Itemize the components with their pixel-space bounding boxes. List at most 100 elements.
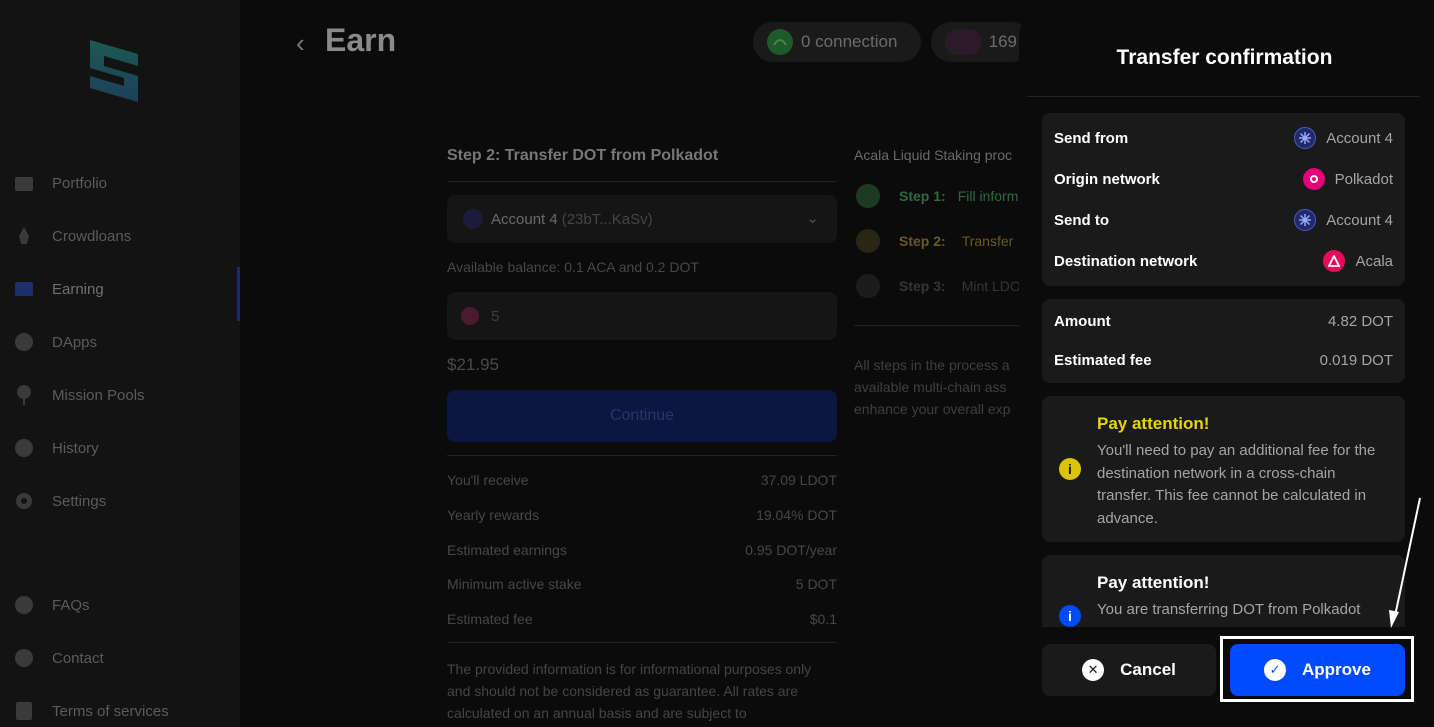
info-row: Yearly rewards 19.04% DOT bbox=[447, 507, 837, 523]
sidebar-item-label: Crowdloans bbox=[52, 227, 132, 245]
process-step: Step 2: Transfer bbox=[856, 229, 1013, 253]
info-value: 5 DOT bbox=[795, 576, 837, 592]
sidebar-item-crowdloans[interactable]: Crowdloans bbox=[0, 216, 240, 256]
detail-row-send-to: Send to Account 4 bbox=[1054, 209, 1393, 231]
gear-icon bbox=[12, 489, 36, 513]
spinner-icon bbox=[856, 229, 880, 253]
cancel-label: Cancel bbox=[1120, 660, 1176, 679]
account-avatar bbox=[945, 29, 981, 55]
detail-value-text: Account 4 bbox=[1326, 211, 1393, 229]
info-row: Estimated fee $0.1 bbox=[447, 611, 837, 627]
sidebar-item-terms[interactable]: Terms of services bbox=[0, 691, 240, 727]
process-step: Step 3: Mint LDO bbox=[856, 274, 1021, 298]
sidebar-item-portfolio[interactable]: Portfolio bbox=[0, 163, 240, 203]
page-title: Earn bbox=[325, 22, 397, 58]
sidebar-item-mission-pools[interactable]: Mission Pools bbox=[0, 375, 240, 415]
acala-icon bbox=[1323, 250, 1346, 272]
detail-label: Send from bbox=[1054, 129, 1129, 147]
info-icon: i bbox=[1059, 458, 1081, 480]
app-root: Portfolio Crowdloans Earning DApps Missi… bbox=[0, 0, 1434, 727]
step-text: Transfer bbox=[961, 233, 1014, 249]
sidebar-item-history[interactable]: History bbox=[0, 428, 240, 468]
amount-card: Amount 4.82 DOT Estimated fee 0.019 DOT bbox=[1042, 299, 1405, 383]
globe-icon bbox=[12, 330, 36, 354]
info-value: 37.09 LDOT bbox=[760, 472, 837, 488]
sidebar-item-settings[interactable]: Settings bbox=[0, 481, 240, 521]
amount-label: Amount bbox=[1054, 313, 1111, 330]
account-icon bbox=[463, 209, 483, 229]
warning-card-fee: i Pay attention! You'll need to pay an a… bbox=[1042, 396, 1405, 542]
detail-value-text: Polkadot bbox=[1334, 170, 1393, 188]
process-step: Step 1: Fill inform bbox=[856, 184, 1018, 208]
amount-value: 4.82 DOT bbox=[1327, 313, 1393, 330]
detail-value-text: Account 4 bbox=[1326, 129, 1393, 147]
connection-pill[interactable]: 0 connection bbox=[753, 22, 921, 62]
process-title: Acala Liquid Staking proc bbox=[854, 147, 1012, 163]
connection-icon bbox=[767, 29, 793, 55]
rocket-icon bbox=[12, 224, 36, 248]
info-value: 19.04% DOT bbox=[756, 507, 837, 523]
detail-value: Account 4 bbox=[1294, 209, 1393, 231]
amount-input[interactable]: 5 bbox=[447, 292, 837, 340]
transfer-step-title: Step 2: Transfer DOT from Polkadot bbox=[447, 147, 719, 164]
sidebar-item-dapps[interactable]: DApps bbox=[0, 322, 240, 362]
sidebar-item-label: Mission Pools bbox=[52, 386, 145, 404]
continue-button[interactable]: Continue bbox=[447, 390, 837, 442]
chat-icon bbox=[12, 646, 36, 670]
fee-value: 0.019 DOT bbox=[1319, 352, 1393, 369]
transfer-confirmation-modal: Transfer confirmation Send from Account … bbox=[1019, 22, 1430, 727]
sidebar-item-earning[interactable]: Earning bbox=[0, 267, 240, 321]
step-number: Step 1: bbox=[899, 188, 946, 204]
account-select[interactable]: Account 4 (23bT...KaSv) ⌄ bbox=[447, 195, 837, 243]
check-icon bbox=[856, 184, 880, 208]
document-icon bbox=[12, 699, 36, 723]
sidebar-item-label: Terms of services bbox=[52, 702, 169, 720]
close-icon: ✕ bbox=[1082, 659, 1105, 681]
earning-icon bbox=[12, 277, 36, 301]
divider bbox=[854, 325, 1024, 326]
account-name: Account 4 bbox=[491, 210, 558, 228]
warning-text: You are transferring DOT from Polkadot bbox=[1097, 601, 1361, 618]
info-label: Estimated earnings bbox=[447, 542, 567, 558]
step-number: Step 2: bbox=[899, 233, 946, 249]
clock-icon bbox=[12, 436, 36, 460]
account-address: (23bT...KaSv) bbox=[561, 210, 653, 228]
sidebar-item-contact[interactable]: Contact bbox=[0, 638, 240, 678]
fee-row: Estimated fee 0.019 DOT bbox=[1054, 352, 1393, 369]
modal-title: Transfer confirmation bbox=[1116, 46, 1333, 69]
chevron-left-icon[interactable]: ‹ bbox=[296, 28, 305, 59]
process-note: All steps in the process a available mul… bbox=[854, 357, 1011, 417]
sidebar-item-label: FAQs bbox=[52, 596, 90, 614]
info-label: Estimated fee bbox=[447, 611, 533, 627]
info-value: $0.1 bbox=[809, 611, 837, 627]
detail-value: Account 4 bbox=[1294, 127, 1393, 149]
divider bbox=[1027, 96, 1420, 97]
pending-icon bbox=[856, 274, 880, 298]
info-row: Estimated earnings 0.95 DOT/year bbox=[447, 542, 837, 558]
info-label: Minimum active stake bbox=[447, 576, 582, 592]
polkadot-icon bbox=[1302, 168, 1325, 190]
info-row: You'll receive 37.09 LDOT bbox=[447, 472, 837, 488]
cancel-button[interactable]: ✕ Cancel bbox=[1042, 644, 1216, 696]
amount-value: 5 bbox=[491, 307, 500, 325]
sidebar-item-faqs[interactable]: FAQs bbox=[0, 585, 240, 625]
fee-label: Estimated fee bbox=[1054, 352, 1152, 369]
polkadot-icon bbox=[461, 307, 479, 325]
usd-value: $21.95 bbox=[447, 355, 499, 374]
approve-highlight-box bbox=[1220, 636, 1414, 702]
account-pill-label: 169 bbox=[988, 32, 1017, 51]
info-icon: i bbox=[1059, 605, 1081, 627]
sidebar-item-label: Earning bbox=[52, 280, 104, 298]
sidebar-item-label: Portfolio bbox=[52, 174, 108, 192]
step-text: Mint LDO bbox=[961, 278, 1021, 294]
account-pill[interactable]: 169 bbox=[931, 22, 1031, 62]
warning-text: You'll need to pay an additional fee for… bbox=[1097, 442, 1376, 527]
divider bbox=[447, 642, 837, 643]
account-icon bbox=[1294, 127, 1317, 149]
balloon-icon bbox=[12, 383, 36, 407]
info-label: You'll receive bbox=[447, 472, 529, 488]
warning-title: Pay attention! bbox=[1097, 573, 1210, 592]
divider bbox=[447, 181, 837, 182]
detail-row-send-from: Send from Account 4 bbox=[1054, 127, 1393, 149]
sidebar-item-label: Settings bbox=[52, 492, 107, 510]
